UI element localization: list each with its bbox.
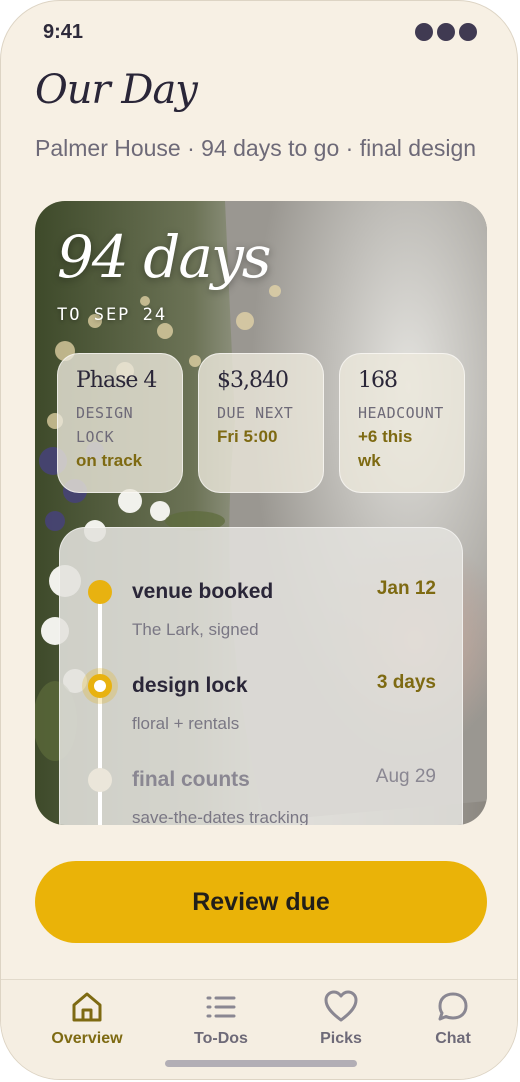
milestone-date: Jan 12: [376, 578, 436, 599]
tab-label: Chat: [435, 1030, 471, 1047]
stat-status: Fri 5:00: [217, 427, 278, 446]
heart-icon: [324, 990, 358, 1022]
milestone-title: venue booked: [132, 580, 274, 603]
tab-chat[interactable]: Chat: [403, 988, 503, 1052]
review-due-button[interactable]: Review due: [35, 861, 487, 943]
stat-card-phase[interactable]: Phase 4 DESIGN LOCK on track: [57, 353, 183, 493]
stat-label: DUE NEXT: [217, 404, 294, 422]
tab-label: Picks: [320, 1030, 362, 1047]
milestone-done-icon: [88, 580, 112, 604]
milestone-current-icon: [88, 674, 112, 698]
page-title: Our Day: [35, 67, 198, 113]
stat-status: wk: [358, 451, 381, 470]
milestone-detail: The Lark, signed: [132, 620, 259, 639]
status-time: 9:41: [43, 21, 84, 43]
tab-overview[interactable]: Overview: [37, 988, 137, 1052]
stat-value: 168: [358, 368, 398, 393]
stat-label: LOCK: [76, 428, 115, 446]
milestone-timeline: venue booked The Lark, signed Jan 12 des…: [59, 527, 463, 825]
milestone-date: 3 days: [376, 672, 436, 693]
milestone-title: design lock: [132, 674, 248, 697]
milestone-detail: floral + rentals: [132, 714, 240, 733]
tab-picks[interactable]: Picks: [291, 988, 391, 1052]
timeline-item[interactable]: final counts save-the-dates tracking Aug…: [60, 766, 464, 825]
milestone-detail: save-the-dates tracking: [132, 808, 309, 825]
milestone-title: final counts: [132, 768, 250, 791]
stat-card-payment[interactable]: $3,840 DUE NEXT Fri 5:00: [198, 353, 324, 493]
milestone-date: Aug 29: [375, 766, 436, 787]
days-countdown: 94 days: [57, 223, 271, 291]
stat-status: on track: [76, 451, 143, 470]
stat-status: +6 this: [358, 427, 413, 446]
tab-label: Overview: [51, 1030, 123, 1047]
phone-frame: 9:41 Our Day Palmer House · 94 days to g…: [0, 0, 518, 1080]
stat-label: HEADCOUNT: [358, 404, 444, 422]
chat-bubble-icon: [438, 992, 468, 1021]
stat-label: DESIGN: [76, 404, 134, 422]
tab-bar: Overview To-Dos Picks Chat: [1, 979, 517, 1079]
milestone-pending-icon: [88, 768, 112, 792]
stat-value: $3,840: [217, 368, 289, 393]
home-indicator[interactable]: [165, 1060, 357, 1067]
countdown-date: TO SEP 24: [57, 305, 168, 325]
home-icon: [72, 992, 102, 1022]
tab-todos[interactable]: To-Dos: [171, 988, 271, 1052]
timeline-item[interactable]: venue booked The Lark, signed Jan 12: [60, 578, 464, 660]
tab-label: To-Dos: [194, 1030, 248, 1047]
list-icon: [206, 996, 236, 1018]
stat-value: Phase 4: [76, 368, 157, 393]
page-subtitle: Palmer House · 94 days to go · final des…: [35, 135, 477, 161]
timeline-item[interactable]: design lock floral + rentals 3 days: [60, 672, 464, 754]
status-indicator-icon: [415, 23, 477, 41]
countdown-card[interactable]: 94 days TO SEP 24 Phase 4 DESIGN LOCK on…: [35, 201, 487, 825]
stat-card-headcount[interactable]: 168 HEADCOUNT +6 this wk: [339, 353, 465, 493]
